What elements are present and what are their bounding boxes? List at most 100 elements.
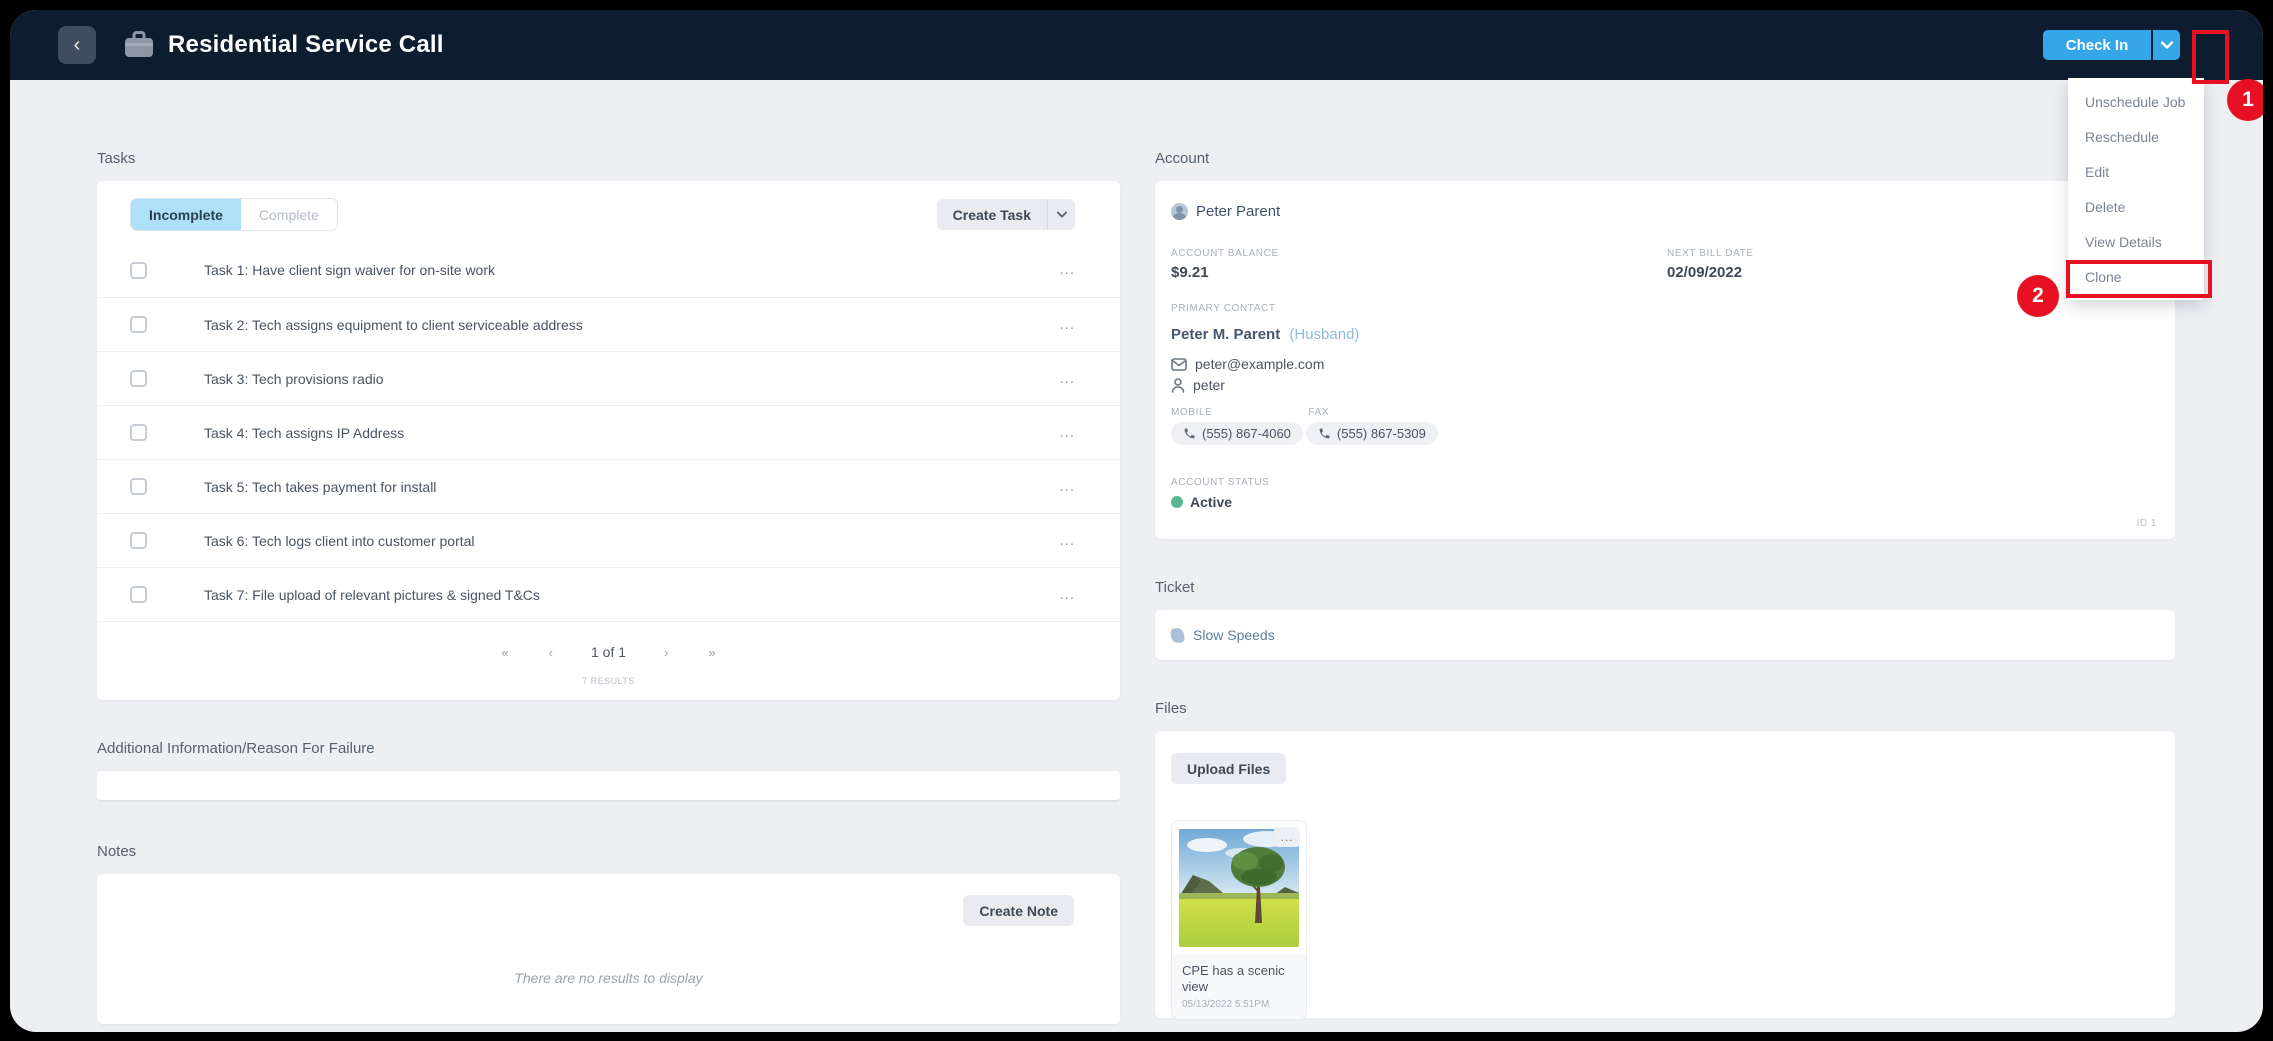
contact-email: peter@example.com <box>1195 356 1325 372</box>
task-checkbox[interactable] <box>130 424 147 441</box>
annotation-step-1: 1 <box>2227 79 2263 121</box>
fax-phone-pill[interactable]: (555) 867-5309 <box>1305 422 1438 445</box>
task-menu-button[interactable]: ... <box>1059 425 1075 440</box>
task-checkbox[interactable] <box>130 478 147 495</box>
task-checkbox[interactable] <box>130 532 147 549</box>
annotation-box-1 <box>2192 30 2229 84</box>
file-timestamp: 05/13/2022 5:51PM <box>1182 998 1270 1010</box>
back-button[interactable]: ‹ <box>58 26 96 64</box>
tab-complete[interactable]: Complete <box>240 199 337 230</box>
fax-label: FAX <box>1308 407 1330 418</box>
ticket-link[interactable]: Slow Speeds <box>1193 627 1275 643</box>
status-active-dot <box>1171 496 1183 508</box>
task-label: Task 6: Tech logs client into customer p… <box>204 532 475 549</box>
menu-item-edit[interactable]: Edit <box>2068 154 2204 189</box>
task-row: Task 1: Have client sign waiver for on-s… <box>97 243 1120 297</box>
additional-info-input[interactable] <box>97 771 1120 802</box>
additional-info-label: Additional Information/Reason For Failur… <box>97 740 375 757</box>
pagination-prev-button[interactable]: ‹ <box>541 645 561 660</box>
annotation-box-2 <box>2066 260 2212 298</box>
notes-section-title: Notes <box>97 843 137 860</box>
menu-item-reschedule[interactable]: Reschedule <box>2068 119 2204 154</box>
task-row: Task 3: Tech provisions radio ... <box>97 351 1120 405</box>
task-label: Task 4: Tech assigns IP Address <box>204 424 405 441</box>
task-menu-button[interactable]: ... <box>1059 533 1075 548</box>
ticket-icon <box>1170 626 1185 644</box>
file-menu-button[interactable]: ... <box>1274 827 1300 847</box>
pagination-first-button[interactable]: « <box>493 645 516 660</box>
pagination-last-button[interactable]: » <box>700 645 723 660</box>
account-section-title: Account <box>1155 150 1210 167</box>
file-card[interactable]: ... CPE has a scenic view 05/13/2022 5:5… <box>1171 820 1307 1020</box>
fax-phone-number: (555) 867-5309 <box>1336 426 1426 441</box>
task-menu-button[interactable]: ... <box>1059 317 1075 332</box>
create-task-button[interactable]: Create Task <box>936 199 1047 230</box>
phone-icon <box>1319 428 1330 439</box>
ticket-section-title: Ticket <box>1155 579 1195 596</box>
task-label: Task 3: Tech provisions radio <box>204 370 384 387</box>
avatar-icon <box>1171 203 1188 220</box>
account-card: Peter Parent ACCOUNT BALANCE $9.21 NEXT … <box>1155 181 2175 539</box>
menu-item-delete[interactable]: Delete <box>2068 189 2204 224</box>
create-task-menu-toggle[interactable] <box>1047 199 1075 230</box>
check-in-menu-toggle[interactable] <box>2153 30 2180 60</box>
notes-empty-message: There are no results to display <box>514 970 703 986</box>
task-checkbox[interactable] <box>130 586 147 603</box>
check-in-button[interactable]: Check In <box>2043 30 2151 60</box>
header-bar: ‹ Residential Service Call Check In <box>10 10 2263 80</box>
task-label: Task 1: Have client sign waiver for on-s… <box>204 262 495 278</box>
account-link[interactable]: Peter Parent <box>1171 203 2159 220</box>
check-in-split-button: Check In <box>2043 30 2180 60</box>
mobile-phone-pill[interactable]: (555) 867-4060 <box>1171 422 1303 445</box>
account-status-value: Active <box>1190 494 1233 510</box>
task-row: Task 4: Tech assigns IP Address ... <box>97 405 1120 459</box>
pagination-next-button[interactable]: › <box>656 645 676 660</box>
task-label: Task 2: Tech assigns equipment to client… <box>204 316 583 333</box>
tab-incomplete[interactable]: Incomplete <box>131 199 241 230</box>
briefcase-icon <box>124 31 154 59</box>
task-row: Task 2: Tech assigns equipment to client… <box>97 297 1120 351</box>
next-bill-date-label: NEXT BILL DATE <box>1667 248 1754 259</box>
task-checkbox[interactable] <box>130 316 147 333</box>
task-checkbox[interactable] <box>130 370 147 387</box>
account-balance-label: ACCOUNT BALANCE <box>1171 248 1279 259</box>
tasks-pagination: « ‹ 1 of 1 › » 7 RESULTS <box>97 621 1120 700</box>
person-icon <box>1171 377 1185 393</box>
task-row: Task 7: File upload of relevant pictures… <box>97 567 1120 621</box>
pagination-page-indicator: 1 of 1 <box>590 644 627 660</box>
task-list: Task 1: Have client sign waiver for on-s… <box>97 243 1120 621</box>
app-window: ‹ Residential Service Call Check In Unsc… <box>10 10 2263 1032</box>
chevron-down-icon <box>2160 41 2173 49</box>
account-name: Peter Parent <box>1196 203 1281 220</box>
task-menu-button[interactable]: ... <box>1059 262 1075 277</box>
files-card: Upload Files ... CPE has a scenic view 0… <box>1155 731 2175 1020</box>
task-label: Task 7: File upload of relevant pictures… <box>204 586 540 603</box>
account-id: ID 1 <box>2136 518 2157 529</box>
task-checkbox[interactable] <box>130 261 147 279</box>
files-section-title: Files <box>1155 700 1187 717</box>
task-menu-button[interactable]: ... <box>1059 479 1075 494</box>
file-name: CPE has a scenic view <box>1182 963 1285 995</box>
contact-username: peter <box>1193 377 1225 393</box>
notes-card: Create Note There are no results to disp… <box>97 874 1120 1024</box>
ticket-card: Slow Speeds <box>1155 610 2175 660</box>
contact-relation-link[interactable]: (Husband) <box>1289 326 1359 343</box>
primary-contact-label: PRIMARY CONTACT <box>1171 303 1276 314</box>
task-menu-button[interactable]: ... <box>1059 587 1075 602</box>
task-menu-button[interactable]: ... <box>1059 371 1075 386</box>
next-bill-date-value: 02/09/2022 <box>1667 264 1743 281</box>
upload-files-button[interactable]: Upload Files <box>1171 753 1287 784</box>
task-label: Task 5: Tech takes payment for install <box>204 478 437 495</box>
results-count: 7 RESULTS <box>582 676 635 686</box>
task-row: Task 6: Tech logs client into customer p… <box>97 513 1120 567</box>
account-balance-value: $9.21 <box>1171 264 1209 281</box>
tasks-card: Incomplete Complete Create Task Task 1: … <box>97 181 1120 700</box>
chevron-down-icon <box>1056 211 1067 218</box>
menu-item-unschedule-job[interactable]: Unschedule Job <box>2068 84 2204 119</box>
create-note-button[interactable]: Create Note <box>963 895 1074 926</box>
create-task-split-button: Create Task <box>936 199 1075 230</box>
task-row: Task 5: Tech takes payment for install .… <box>97 459 1120 513</box>
menu-item-view-details[interactable]: View Details <box>2068 224 2204 259</box>
task-filter-toggle: Incomplete Complete <box>130 198 338 231</box>
mobile-phone-number: (555) 867-4060 <box>1202 426 1291 441</box>
